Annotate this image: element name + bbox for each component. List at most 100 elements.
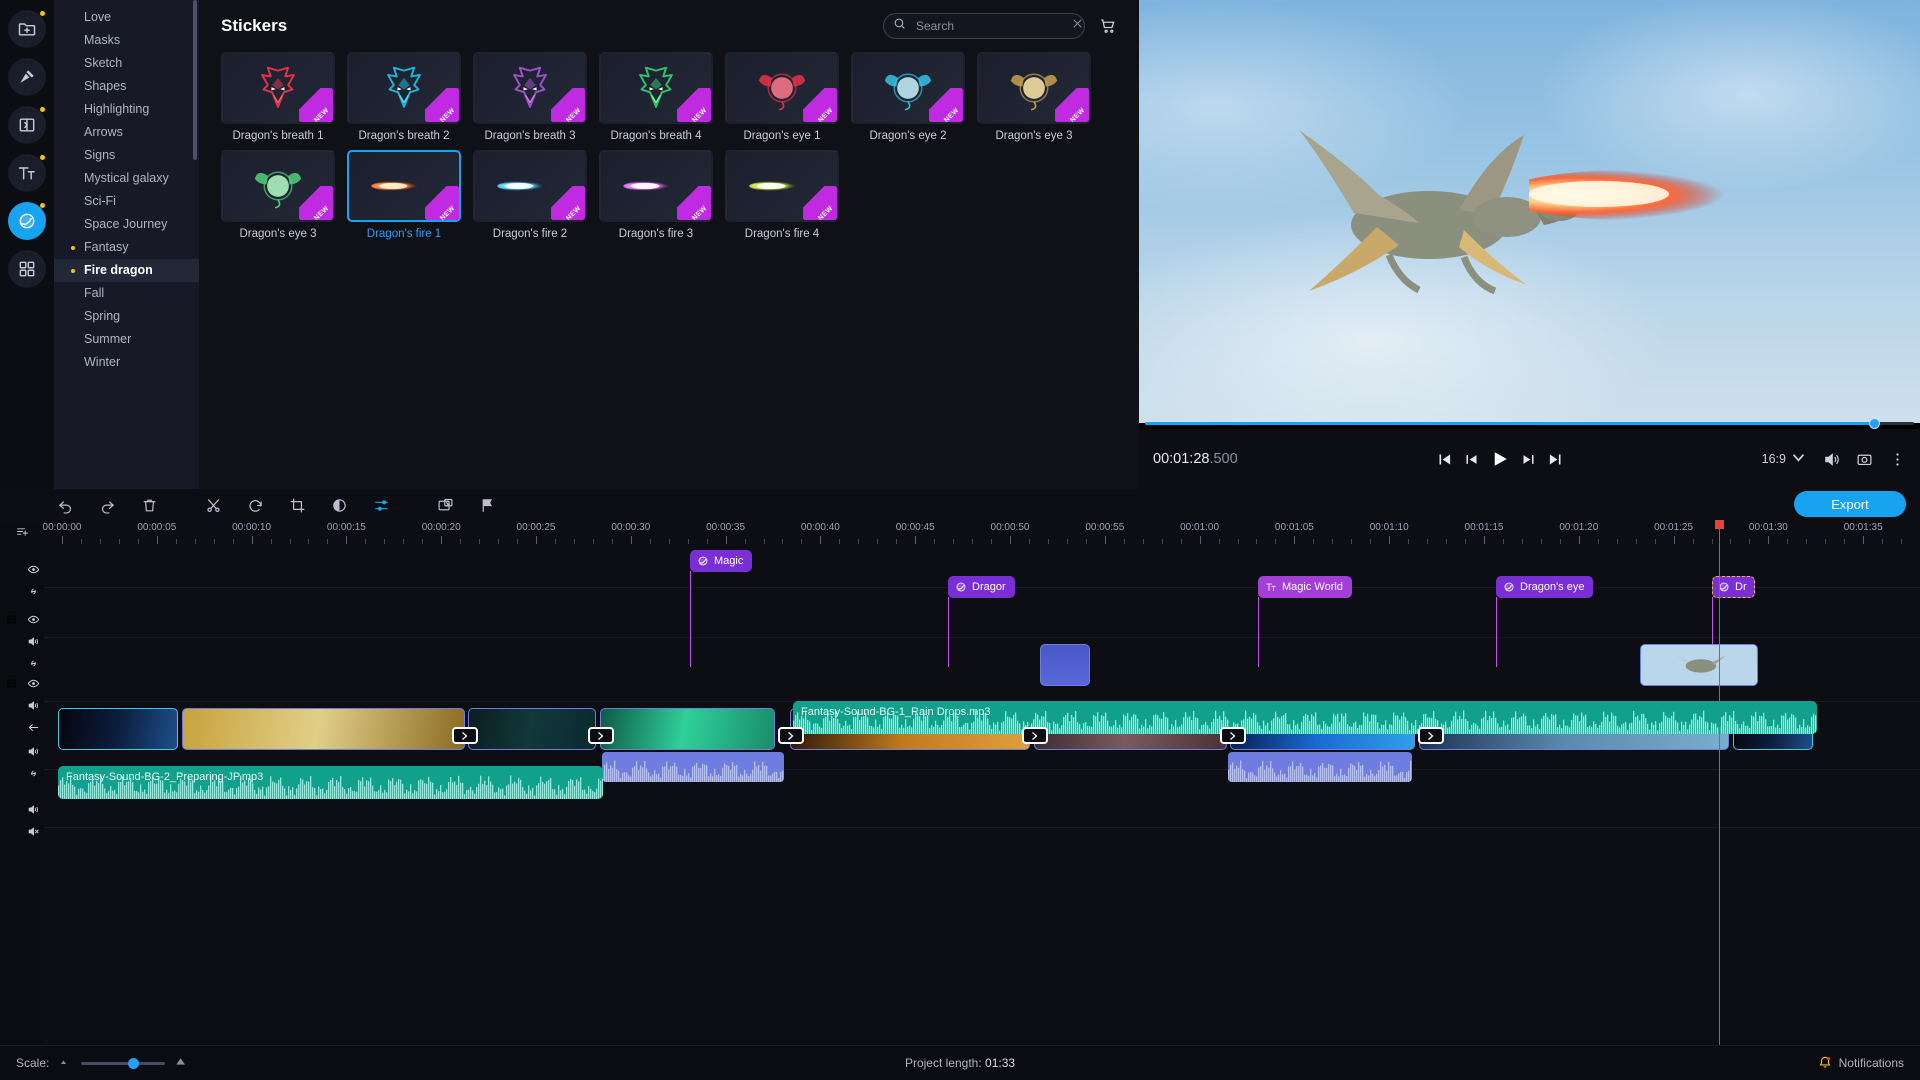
eye-icon[interactable] — [27, 613, 40, 626]
sticker-thumbnail[interactable]: NEW — [221, 150, 335, 222]
cart-icon[interactable] — [1099, 17, 1117, 35]
link-icon[interactable] — [27, 657, 40, 670]
previous-frame-button[interactable] — [1464, 452, 1479, 467]
scale-slider[interactable] — [81, 1062, 165, 1065]
category-item-highlighting[interactable]: Highlighting — [54, 98, 199, 121]
category-scrollbar[interactable] — [193, 0, 197, 160]
volume-icon[interactable] — [1823, 451, 1840, 468]
aspect-ratio-dropdown[interactable]: 16:9 — [1762, 449, 1807, 469]
sticker-tile[interactable]: NEWDragon's breath 1 — [221, 52, 335, 142]
play-button[interactable] — [1491, 450, 1509, 468]
eye-icon[interactable] — [27, 677, 40, 690]
overlay-button[interactable] — [424, 489, 466, 521]
sticker-tile[interactable]: NEWDragon's breath 3 — [473, 52, 587, 142]
sticker-thumbnail[interactable]: NEW — [347, 150, 461, 222]
rail-button-transitions[interactable] — [8, 106, 46, 144]
rail-button-import-media[interactable] — [8, 10, 46, 48]
marker-button[interactable] — [466, 489, 508, 521]
rail-button-titles[interactable] — [8, 154, 46, 192]
category-item-sci-fi[interactable]: Sci-Fi — [54, 190, 199, 213]
category-item-summer[interactable]: Summer — [54, 328, 199, 351]
split-button[interactable] — [192, 489, 234, 521]
add-track-button[interactable] — [0, 521, 44, 538]
sticker-tile[interactable]: NEWDragon's eye 3 — [977, 52, 1091, 142]
rail-button-stickers[interactable] — [8, 202, 46, 240]
go-to-end-button[interactable] — [1548, 452, 1563, 467]
go-to-start-button[interactable] — [1437, 452, 1452, 467]
category-item-mystical-galaxy[interactable]: Mystical galaxy — [54, 167, 199, 190]
timeline-marker[interactable]: Dragor — [948, 576, 1015, 598]
video-clip[interactable] — [600, 708, 775, 750]
mute-icon[interactable] — [27, 825, 40, 838]
category-item-shapes[interactable]: Shapes — [54, 75, 199, 98]
sticker-thumbnail[interactable]: NEW — [599, 150, 713, 222]
category-item-fantasy[interactable]: Fantasy — [54, 236, 199, 259]
sticker-tile[interactable]: NEWDragon's fire 4 — [725, 150, 839, 240]
sticker-tile[interactable]: NEWDragon's fire 2 — [473, 150, 587, 240]
category-item-love[interactable]: Love — [54, 6, 199, 29]
volume-icon[interactable] — [27, 699, 40, 712]
category-item-masks[interactable]: Masks — [54, 29, 199, 52]
track-toggle-group[interactable] — [22, 559, 44, 598]
seek-bar[interactable] — [1139, 419, 1920, 429]
transition-marker[interactable] — [452, 727, 478, 744]
sticker-thumbnail[interactable]: NEW — [473, 150, 587, 222]
seek-handle[interactable] — [1869, 418, 1880, 429]
properties-button[interactable] — [360, 489, 402, 521]
eye-icon[interactable] — [27, 563, 40, 576]
overlay-clip[interactable] — [1040, 644, 1090, 686]
category-item-spring[interactable]: Spring — [54, 305, 199, 328]
close-icon[interactable] — [1071, 17, 1084, 35]
clip-audio-waveform[interactable] — [1228, 752, 1412, 782]
category-item-winter[interactable]: Winter — [54, 351, 199, 374]
audio-clip[interactable]: Fantasy-Sound-BG-2_Preparing-JP.mp3 — [58, 766, 603, 799]
playhead[interactable] — [1719, 521, 1720, 1045]
transition-marker[interactable] — [1220, 727, 1246, 744]
category-item-fall[interactable]: Fall — [54, 282, 199, 305]
rail-button-effects[interactable] — [8, 58, 46, 96]
sticker-thumbnail[interactable]: NEW — [851, 52, 965, 124]
color-adjust-button[interactable] — [318, 489, 360, 521]
next-frame-button[interactable] — [1521, 452, 1536, 467]
sticker-tile[interactable]: NEWDragon's fire 1 — [347, 150, 461, 240]
volume-icon[interactable] — [27, 803, 40, 816]
transition-marker[interactable] — [588, 727, 614, 744]
category-item-signs[interactable]: Signs — [54, 144, 199, 167]
delete-button[interactable] — [128, 489, 170, 521]
rail-button-more-tools[interactable] — [8, 250, 46, 288]
volume-icon[interactable] — [27, 745, 40, 758]
video-clip[interactable] — [468, 708, 596, 750]
sticker-tile[interactable]: NEWDragon's eye 1 — [725, 52, 839, 142]
scale-slider-handle[interactable] — [128, 1058, 139, 1069]
notifications-button[interactable]: Notifications — [1818, 1055, 1904, 1072]
redo-button[interactable] — [86, 489, 128, 521]
sticker-thumbnail[interactable]: NEW — [599, 52, 713, 124]
sticker-tile[interactable]: NEWDragon's fire 3 — [599, 150, 713, 240]
category-list[interactable]: LoveMasksSketchShapesHighlightingArrowsS… — [54, 0, 199, 489]
zoom-out-icon[interactable] — [59, 1056, 71, 1071]
sticker-thumbnail[interactable]: NEW — [725, 150, 839, 222]
category-item-sketch[interactable]: Sketch — [54, 52, 199, 75]
category-item-arrows[interactable]: Arrows — [54, 121, 199, 144]
more-vertical-icon[interactable] — [1889, 451, 1906, 468]
sticker-tile[interactable]: NEWDragon's breath 2 — [347, 52, 461, 142]
category-item-fire-dragon[interactable]: Fire dragon — [54, 259, 199, 282]
transition-marker[interactable] — [778, 727, 804, 744]
sticker-thumbnail[interactable]: NEW — [977, 52, 1091, 124]
timeline-marker[interactable]: Magic World — [1258, 576, 1352, 598]
audio-clip[interactable]: Fantasy-Sound-BG-1_Rain Drops.mp3 — [793, 701, 1817, 734]
track-toggle-group[interactable] — [22, 673, 44, 734]
category-item-space-journey[interactable]: Space Journey — [54, 213, 199, 236]
transition-marker[interactable] — [1418, 727, 1444, 744]
video-clip[interactable] — [58, 708, 178, 750]
volume-icon[interactable] — [27, 635, 40, 648]
track-toggle-group[interactable] — [22, 799, 44, 838]
track-toggle-group[interactable] — [22, 609, 44, 670]
crop-button[interactable] — [276, 489, 318, 521]
sticker-tile[interactable]: NEWDragon's eye 3 — [221, 150, 335, 240]
sticker-tile[interactable]: NEWDragon's breath 4 — [599, 52, 713, 142]
sticker-thumbnail[interactable]: NEW — [221, 52, 335, 124]
camera-icon[interactable] — [1856, 451, 1873, 468]
timeline-ruler[interactable]: 00:00:0000:00:0500:00:1000:00:1500:00:20… — [44, 521, 1920, 549]
sticker-tile[interactable]: NEWDragon's eye 2 — [851, 52, 965, 142]
